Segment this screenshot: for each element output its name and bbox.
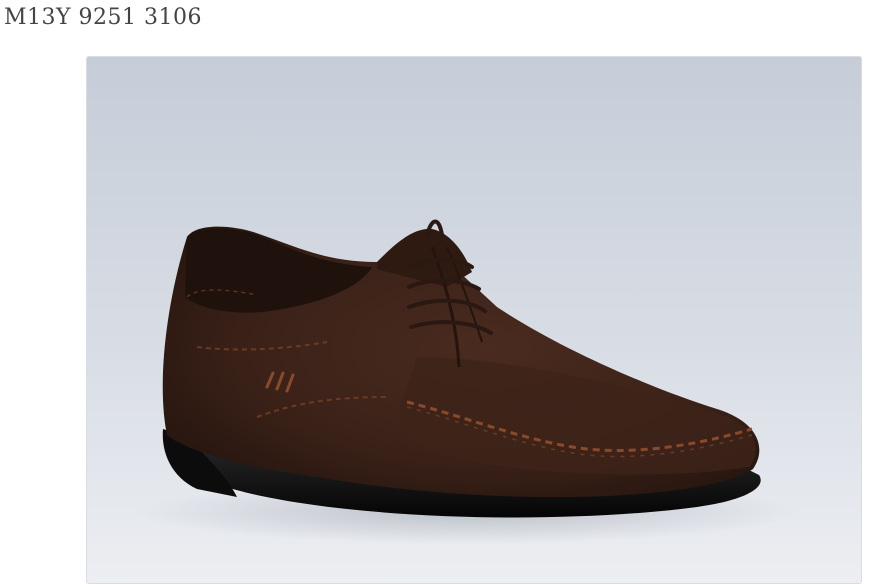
page: M13Y 9251 3106 (0, 0, 869, 585)
product-code-title: M13Y 9251 3106 (4, 5, 203, 30)
shoe-illustration (87, 57, 861, 583)
product-photo (86, 56, 862, 584)
